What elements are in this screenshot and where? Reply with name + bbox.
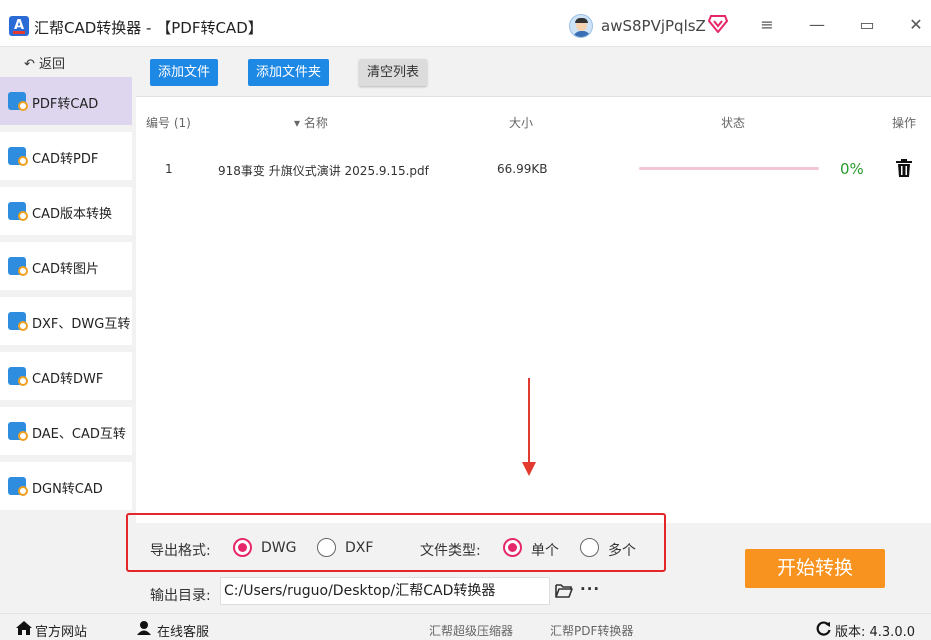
- compressor-link[interactable]: 汇帮超级压缩器: [429, 622, 513, 639]
- sidebar-item-label: DGN转CAD: [32, 482, 103, 497]
- pdf-to-cad-icon: [8, 92, 28, 111]
- online-support-link[interactable]: 在线客服: [157, 621, 209, 640]
- version-label: 版本: 4.3.0.0: [835, 625, 915, 640]
- cad-version-icon: [8, 202, 28, 221]
- menu-icon[interactable]: ≡: [755, 13, 779, 37]
- type-multi-label[interactable]: 多个: [608, 540, 636, 560]
- row-progress-bar: [639, 167, 819, 170]
- maximize-button[interactable]: ▭: [855, 13, 879, 37]
- username-label[interactable]: awS8PVjPqlsZ: [601, 17, 706, 35]
- table-header: 编号 (1) ▾ 名称 大小 状态 操作: [136, 98, 931, 142]
- folder-open-icon[interactable]: [555, 583, 573, 598]
- column-header-action: 操作: [892, 116, 917, 130]
- add-folder-button[interactable]: 添加文件夹: [248, 59, 330, 86]
- trash-icon[interactable]: [896, 159, 912, 177]
- dxf-dwg-icon: [8, 312, 28, 331]
- sidebar-item-cad-to-dwf[interactable]: CAD转DWF: [0, 352, 132, 400]
- row-file-size: 66.99KB: [497, 162, 548, 176]
- toolbar: 添加文件 添加文件夹 清空列表: [136, 47, 931, 97]
- annotation-arrow-head: [522, 462, 536, 476]
- cad-to-dwf-icon: [8, 367, 28, 386]
- format-dwg-label[interactable]: DWG: [261, 540, 296, 556]
- clear-list-button[interactable]: 清空列表: [359, 59, 428, 86]
- annotation-arrow-line: [528, 378, 530, 464]
- dgn-to-cad-icon: [8, 477, 28, 496]
- add-file-button[interactable]: 添加文件: [150, 59, 219, 86]
- format-dxf-label[interactable]: DXF: [345, 540, 373, 556]
- sidebar-item-label: CAD版本转换: [32, 207, 112, 222]
- type-single-radio[interactable]: [503, 538, 522, 557]
- sidebar-item-dae-cad[interactable]: DAE、CAD互转: [0, 407, 132, 455]
- sidebar-item-label: CAD转图片: [32, 262, 99, 277]
- sidebar-item-label: DXF、DWG互转: [32, 317, 131, 332]
- type-multi-radio[interactable]: [580, 538, 599, 557]
- export-format-label: 导出格式:: [150, 543, 211, 559]
- sidebar-item-cad-version[interactable]: CAD版本转换: [0, 187, 132, 235]
- home-icon: [16, 621, 32, 635]
- sidebar-item-label: PDF转CAD: [32, 97, 99, 112]
- column-header-size[interactable]: 大小: [509, 114, 533, 131]
- sidebar-item-cad-to-image[interactable]: CAD转图片: [0, 242, 132, 290]
- format-dxf-radio[interactable]: [317, 538, 336, 557]
- official-website-link[interactable]: 官方网站: [35, 621, 87, 640]
- row-progress-percent: 0%: [840, 160, 864, 178]
- column-header-index[interactable]: 编号 (1): [146, 114, 191, 131]
- format-dwg-radio[interactable]: [233, 538, 252, 557]
- file-type-label: 文件类型:: [420, 543, 481, 559]
- sidebar: ↶ 返回 PDF转CAD CAD转PDF CAD版本转换 CAD转图片 DXF、…: [0, 47, 134, 513]
- dae-cad-icon: [8, 422, 28, 441]
- cad-to-pdf-icon: [8, 147, 28, 166]
- sidebar-item-label: DAE、CAD互转: [32, 427, 126, 442]
- status-bar: 官方网站 在线客服 汇帮超级压缩器 汇帮PDF转换器 版本: 4.3.0.0: [0, 613, 931, 640]
- sidebar-item-dgn-to-cad[interactable]: DGN转CAD: [0, 462, 132, 510]
- row-file-name: 918事变 升旗仪式演讲 2025.9.15.pdf: [218, 164, 429, 178]
- sidebar-item-label: CAD转DWF: [32, 372, 104, 387]
- window-title: 汇帮CAD转换器 - 【PDF转CAD】: [34, 19, 263, 37]
- user-avatar[interactable]: [569, 14, 593, 38]
- sidebar-item-label: CAD转PDF: [32, 152, 99, 167]
- title-bar: A 汇帮CAD转换器 - 【PDF转CAD】 awS8PVjPqlsZ ≡ — …: [0, 0, 931, 47]
- app-logo-icon: A: [9, 16, 29, 36]
- main-panel: 添加文件 添加文件夹 清空列表 编号 (1) ▾ 名称 大小 状态 操作 1 9…: [136, 47, 931, 523]
- pdf-converter-link[interactable]: 汇帮PDF转换器: [550, 622, 633, 639]
- sidebar-item-dxf-dwg[interactable]: DXF、DWG互转: [0, 297, 132, 345]
- type-single-label[interactable]: 单个: [531, 540, 559, 560]
- more-options-icon[interactable]: ···: [580, 580, 600, 598]
- output-dir-input[interactable]: C:/Users/ruguo/Desktop/汇帮CAD转换器: [220, 577, 550, 605]
- start-convert-button[interactable]: 开始转换: [745, 549, 885, 588]
- column-header-status: 状态: [721, 116, 746, 130]
- cad-to-image-icon: [8, 257, 28, 276]
- support-icon: [137, 621, 151, 635]
- output-dir-label: 输出目录:: [150, 588, 211, 604]
- vip-diamond-icon[interactable]: [708, 15, 728, 33]
- sidebar-item-pdf-to-cad[interactable]: PDF转CAD: [0, 77, 132, 125]
- minimize-button[interactable]: —: [805, 13, 829, 37]
- column-header-name[interactable]: ▾ 名称: [294, 114, 328, 131]
- close-button[interactable]: ✕: [904, 13, 928, 37]
- table-row[interactable]: 1 918事变 升旗仪式演讲 2025.9.15.pdf 66.99KB 0%: [136, 147, 931, 191]
- back-button[interactable]: ↶ 返回: [24, 53, 65, 72]
- row-index: 1: [165, 162, 173, 176]
- refresh-icon[interactable]: [816, 621, 831, 636]
- sidebar-item-cad-to-pdf[interactable]: CAD转PDF: [0, 132, 132, 180]
